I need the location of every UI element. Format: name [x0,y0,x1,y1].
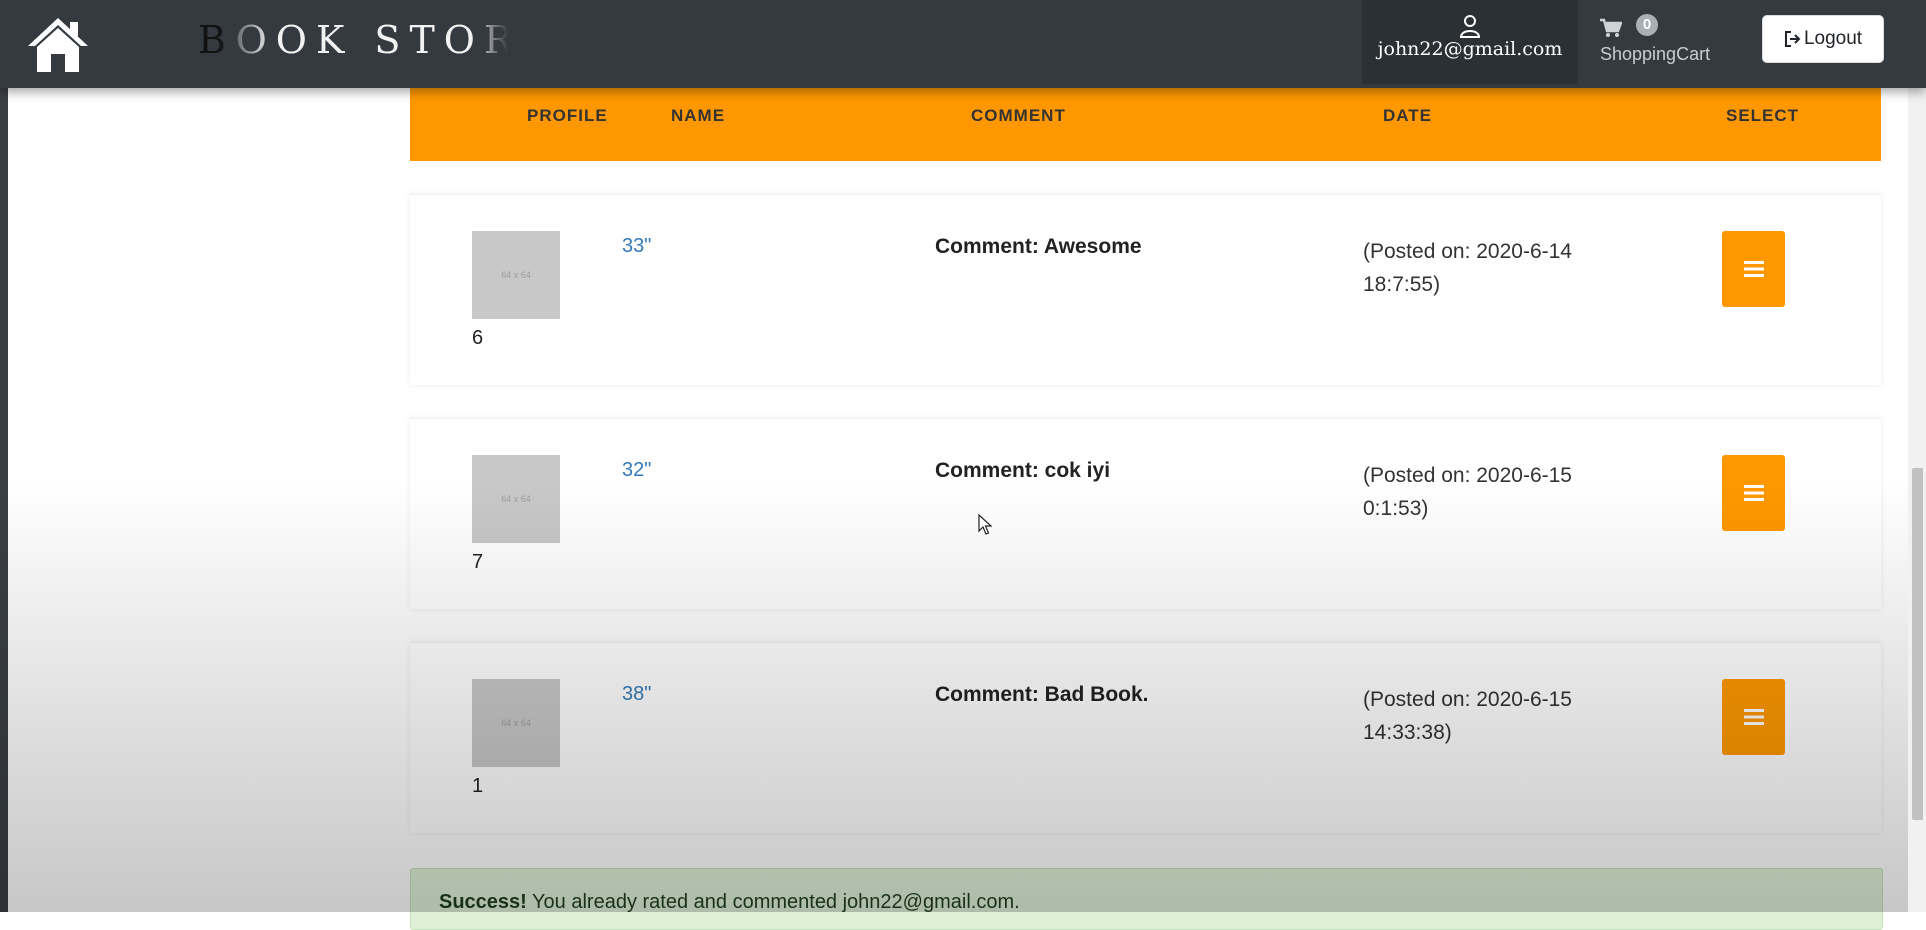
header-select: SELECT [1726,106,1800,125]
row-name-link[interactable]: 38" [622,683,651,706]
profile-thumbnail: 64 x 64 [472,679,560,767]
user-email: john22@gmail.com [1377,38,1563,60]
main-content: PROFILE NAME COMMENT DATE SELECT 64 x 64… [0,0,1908,930]
comment-row: 64 x 64 1 38" Comment: Bad Book. (Posted… [410,642,1881,833]
row-date: (Posted on: 2020-6-15 0:1:53) [1363,464,1572,520]
shopping-cart-link[interactable]: 0 ShoppingCart [1598,12,1728,72]
row-number: 7 [472,551,484,573]
row-date: (Posted on: 2020-6-14 18:7:55) [1363,240,1572,296]
profile-thumbnail: 64 x 64 [472,231,560,319]
home-icon[interactable] [26,14,90,74]
logout-icon [1784,31,1801,47]
select-button[interactable] [1722,679,1785,755]
comment-row: 64 x 64 6 33" Comment: Awesome (Posted o… [410,194,1881,385]
menu-icon [1743,261,1764,277]
select-button[interactable] [1722,455,1785,531]
row-comment: Comment: Bad Book. [935,683,1149,706]
brand-logo: BOOK STORE [198,18,508,62]
alert-strong: Success! [439,891,527,913]
row-comment: Comment: cok iyi [935,459,1111,482]
user-account[interactable]: john22@gmail.com [1362,0,1578,84]
table-header: PROFILE NAME COMMENT DATE SELECT [410,82,1881,161]
top-navbar: BOOK STORE john22@gmail.com 0 ShoppingCa… [0,0,1926,88]
select-button[interactable] [1722,231,1785,307]
header-name: NAME [671,106,726,125]
row-number: 1 [472,775,484,797]
row-name-link[interactable]: 33" [622,235,651,258]
header-profile: PROFILE [527,106,608,125]
profile-thumbnail: 64 x 64 [472,455,560,543]
row-comment: Comment: Awesome [935,235,1142,258]
user-icon [1459,15,1481,38]
alert-text: Success! You already rated and commented… [439,891,1020,914]
mouse-cursor-icon [978,514,992,535]
menu-icon [1743,709,1764,725]
success-alert: Success! You already rated and commented… [410,868,1883,930]
scrollbar-thumb[interactable] [1912,468,1923,820]
logout-button[interactable]: Logout [1762,15,1884,63]
cart-icon [1600,18,1622,37]
row-number: 6 [472,327,484,349]
scrollbar[interactable] [1908,0,1926,912]
menu-icon [1743,485,1764,501]
row-date: (Posted on: 2020-6-15 14:33:38) [1363,688,1572,744]
logout-label: Logout [1803,28,1863,49]
cart-count-badge: 0 [1636,14,1658,36]
comment-row: 64 x 64 7 32" Comment: cok iyi (Posted o… [410,418,1881,609]
row-name-link[interactable]: 32" [622,459,651,482]
header-date: DATE [1383,106,1433,125]
alert-message: You already rated and commented john22@g… [526,891,1020,913]
cart-label: ShoppingCart [1600,44,1711,64]
header-comment: COMMENT [971,106,1066,125]
